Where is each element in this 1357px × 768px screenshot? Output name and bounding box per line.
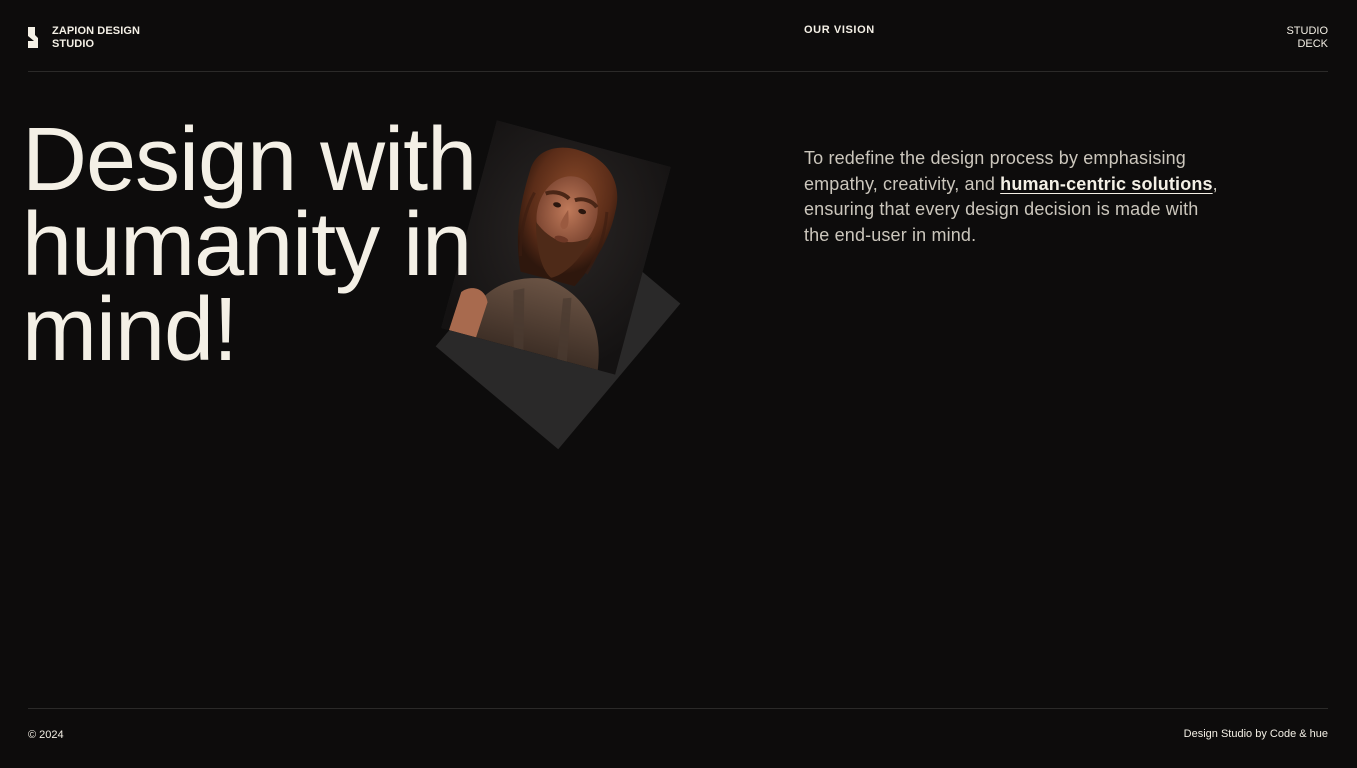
human-centric-solutions-link[interactable]: human-centric solutions	[1000, 174, 1212, 194]
vision-statement: To redefine the design process by emphas…	[804, 146, 1224, 248]
brand-name[interactable]: ZAPION DESIGN STUDIO	[52, 25, 162, 51]
copyright-text: © 2024	[28, 729, 64, 741]
header-divider	[28, 71, 1328, 72]
logo-icon[interactable]	[28, 27, 38, 48]
hero-headline: Design with humanity in mind!	[22, 110, 477, 380]
headline-line-2: humanity in	[22, 195, 472, 295]
site-header: ZAPION DESIGN STUDIO OUR VISION STUDIO D…	[0, 0, 1357, 72]
studio-deck-label[interactable]: STUDIO DECK	[1268, 25, 1328, 51]
footer-divider	[28, 708, 1328, 709]
headline-line-1: Design with	[22, 110, 477, 210]
nav-our-vision[interactable]: OUR VISION	[804, 24, 875, 36]
footer-credit-link[interactable]: Design Studio by Code & hue	[1184, 728, 1328, 740]
headline-line-3: mind!	[22, 280, 238, 380]
